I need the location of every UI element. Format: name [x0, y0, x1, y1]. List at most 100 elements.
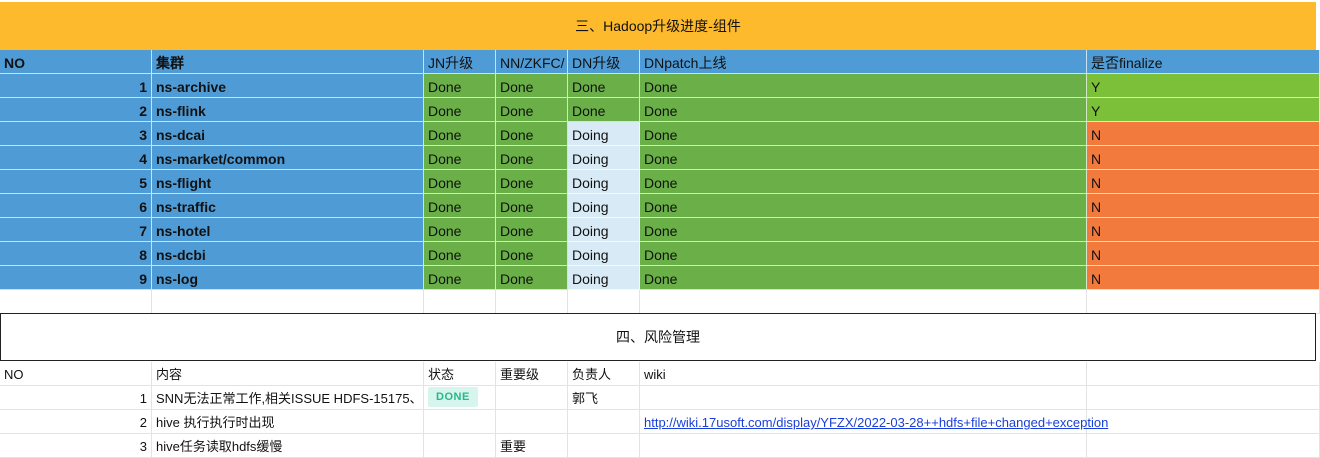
row-finalize[interactable]: N	[1087, 218, 1320, 242]
header-nn[interactable]: NN/ZKFC/	[496, 50, 568, 74]
row-dnpatch-status[interactable]: Done	[640, 170, 1087, 194]
row-dnpatch-status[interactable]: Done	[640, 242, 1087, 266]
row-no[interactable]: 7	[0, 218, 152, 242]
row-cluster[interactable]: ns-flink	[152, 98, 424, 122]
header-cluster[interactable]: 集群	[152, 50, 424, 74]
row-finalize[interactable]: N	[1087, 122, 1320, 146]
wiki-link[interactable]: http://wiki.17usoft.com/display/YFZX/202…	[644, 415, 1108, 431]
row-nn-status[interactable]: Done	[496, 170, 568, 194]
row-no[interactable]: 5	[0, 170, 152, 194]
row-nn-status[interactable]: Done	[496, 98, 568, 122]
row-finalize[interactable]: Y	[1087, 98, 1320, 122]
empty-cell[interactable]	[152, 290, 424, 314]
row-cluster[interactable]: ns-archive	[152, 74, 424, 98]
row-nn-status[interactable]: Done	[496, 146, 568, 170]
row-dn-status[interactable]: Doing	[568, 170, 640, 194]
header-dn[interactable]: DN升级	[568, 50, 640, 74]
risk-header-priority[interactable]: 重要级	[496, 362, 568, 386]
row-dnpatch-status[interactable]: Done	[640, 266, 1087, 290]
risk-row-wiki[interactable]	[640, 386, 1087, 410]
risk-row-content[interactable]: SNN无法正常工作,相关ISSUE HDFS-15175、	[152, 386, 424, 410]
row-no[interactable]: 4	[0, 146, 152, 170]
risk-header-extra[interactable]	[1087, 362, 1320, 386]
row-jn-status[interactable]: Done	[424, 218, 496, 242]
risk-row-status[interactable]	[424, 410, 496, 434]
risk-row-no[interactable]: 1	[0, 386, 152, 410]
row-dn-status[interactable]: Doing	[568, 122, 640, 146]
row-jn-status[interactable]: Done	[424, 194, 496, 218]
empty-cell[interactable]	[0, 290, 152, 314]
risk-row-priority[interactable]	[496, 410, 568, 434]
risk-row-extra[interactable]	[1087, 434, 1320, 458]
row-finalize[interactable]: N	[1087, 170, 1320, 194]
empty-cell[interactable]	[568, 290, 640, 314]
row-jn-status[interactable]: Done	[424, 146, 496, 170]
row-jn-status[interactable]: Done	[424, 122, 496, 146]
risk-header-wiki[interactable]: wiki	[640, 362, 1087, 386]
header-jn[interactable]: JN升级	[424, 50, 496, 74]
risk-row-extra[interactable]	[1087, 386, 1320, 410]
risk-row-status[interactable]: DONE	[424, 386, 496, 410]
row-no[interactable]: 6	[0, 194, 152, 218]
row-finalize[interactable]: N	[1087, 146, 1320, 170]
row-dnpatch-status[interactable]: Done	[640, 122, 1087, 146]
row-dn-status[interactable]: Doing	[568, 146, 640, 170]
row-dn-status[interactable]: Done	[568, 74, 640, 98]
empty-cell[interactable]	[496, 290, 568, 314]
header-no[interactable]: NO	[0, 50, 152, 74]
row-dnpatch-status[interactable]: Done	[640, 74, 1087, 98]
empty-cell[interactable]	[640, 290, 1087, 314]
row-cluster[interactable]: ns-flight	[152, 170, 424, 194]
row-finalize[interactable]: N	[1087, 266, 1320, 290]
risk-row-owner[interactable]	[568, 410, 640, 434]
risk-row-content[interactable]: hive 执行执行时出现	[152, 410, 424, 434]
row-no[interactable]: 8	[0, 242, 152, 266]
row-dnpatch-status[interactable]: Done	[640, 146, 1087, 170]
row-no[interactable]: 1	[0, 74, 152, 98]
row-jn-status[interactable]: Done	[424, 74, 496, 98]
row-nn-status[interactable]: Done	[496, 266, 568, 290]
row-no[interactable]: 2	[0, 98, 152, 122]
risk-header-status[interactable]: 状态	[424, 362, 496, 386]
risk-header-content[interactable]: 内容	[152, 362, 424, 386]
row-no[interactable]: 3	[0, 122, 152, 146]
row-dnpatch-status[interactable]: Done	[640, 98, 1087, 122]
row-dn-status[interactable]: Done	[568, 98, 640, 122]
row-cluster[interactable]: ns-dcbi	[152, 242, 424, 266]
empty-cell[interactable]	[1087, 290, 1320, 314]
row-dn-status[interactable]: Doing	[568, 242, 640, 266]
row-dn-status[interactable]: Doing	[568, 266, 640, 290]
risk-header-owner[interactable]: 负责人	[568, 362, 640, 386]
row-dnpatch-status[interactable]: Done	[640, 218, 1087, 242]
row-nn-status[interactable]: Done	[496, 218, 568, 242]
row-no[interactable]: 9	[0, 266, 152, 290]
row-finalize[interactable]: Y	[1087, 74, 1320, 98]
row-finalize[interactable]: N	[1087, 194, 1320, 218]
row-cluster[interactable]: ns-log	[152, 266, 424, 290]
row-dn-status[interactable]: Doing	[568, 194, 640, 218]
row-finalize[interactable]: N	[1087, 242, 1320, 266]
row-cluster[interactable]: ns-hotel	[152, 218, 424, 242]
row-jn-status[interactable]: Done	[424, 98, 496, 122]
status-badge[interactable]: DONE	[428, 387, 478, 407]
risk-row-wiki[interactable]: http://wiki.17usoft.com/display/YFZX/202…	[640, 410, 1108, 434]
row-cluster[interactable]: ns-market/common	[152, 146, 424, 170]
risk-row-owner[interactable]: 郭飞	[568, 386, 640, 410]
risk-row-status[interactable]	[424, 434, 496, 458]
risk-row-owner[interactable]	[568, 434, 640, 458]
row-jn-status[interactable]: Done	[424, 266, 496, 290]
row-nn-status[interactable]: Done	[496, 194, 568, 218]
risk-row-priority[interactable]	[496, 386, 568, 410]
row-jn-status[interactable]: Done	[424, 170, 496, 194]
row-cluster[interactable]: ns-traffic	[152, 194, 424, 218]
row-nn-status[interactable]: Done	[496, 74, 568, 98]
row-jn-status[interactable]: Done	[424, 242, 496, 266]
header-finalize[interactable]: 是否finalize	[1087, 50, 1320, 74]
row-cluster[interactable]: ns-dcai	[152, 122, 424, 146]
risk-row-wiki[interactable]	[640, 434, 1087, 458]
risk-row-content[interactable]: hive任务读取hdfs缓慢	[152, 434, 424, 458]
row-nn-status[interactable]: Done	[496, 242, 568, 266]
row-nn-status[interactable]: Done	[496, 122, 568, 146]
risk-row-no[interactable]: 3	[0, 434, 152, 458]
risk-header-no[interactable]: NO	[0, 362, 152, 386]
